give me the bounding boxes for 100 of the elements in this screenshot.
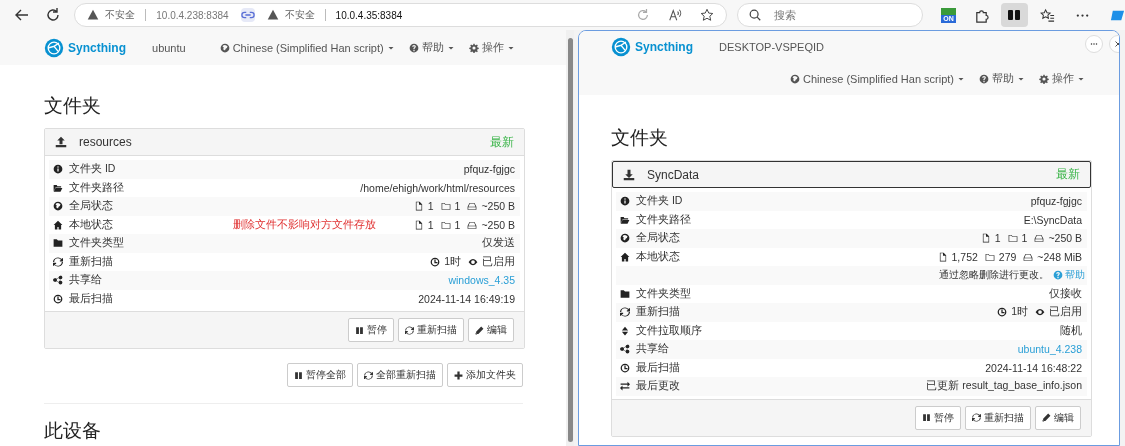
- folder-action-button[interactable]: 编辑: [468, 318, 514, 342]
- menu-dropdown[interactable]: 操作: [468, 40, 515, 55]
- menu-dropdown[interactable]: Chinese (Simplified Han script): [790, 71, 965, 86]
- file-count: 1: [994, 232, 1001, 245]
- url-text: 10.0.4.35:8384: [335, 9, 403, 21]
- open-folder-icon: [620, 214, 630, 225]
- row-label: 文件夹类型: [636, 286, 691, 301]
- share-icon: [53, 275, 63, 286]
- split-screen-icon: [1006, 7, 1023, 23]
- row-label: 重新扫描: [69, 254, 113, 269]
- row-label: 共享给: [636, 342, 669, 357]
- row-label: 本地状态: [69, 217, 113, 232]
- folders-action-button[interactable]: 添加文件夹: [447, 363, 523, 387]
- section-heading: 文件夹: [611, 126, 669, 150]
- note-text: 通过忽略删除进行更改。: [939, 268, 1049, 283]
- drive-icon: [467, 219, 478, 230]
- plus-icon: [454, 370, 463, 380]
- menu-dropdown[interactable]: Chinese (Simplified Han script): [219, 40, 395, 55]
- read-aloud-icon[interactable]: [667, 8, 682, 22]
- size-value: ~248 MiB: [1037, 250, 1082, 263]
- exchange-icon: [620, 381, 630, 392]
- reload-icon: [44, 7, 61, 23]
- row-label: 全局状态: [69, 199, 113, 214]
- row-label: 文件夹 ID: [69, 162, 116, 177]
- clock-icon: [430, 256, 441, 267]
- star-icon[interactable]: [699, 8, 714, 22]
- search-field[interactable]: 搜索: [736, 3, 924, 27]
- row-label: 最后更改: [636, 379, 680, 394]
- file-count: 1: [427, 218, 434, 231]
- watcher-status: 已启用: [482, 254, 515, 269]
- pencil-icon: [475, 325, 484, 335]
- house-icon: [53, 219, 63, 230]
- folder-action-button[interactable]: 重新扫描: [965, 405, 1031, 430]
- folder-outline-icon: [984, 251, 995, 262]
- row-label: 本地状态: [636, 249, 680, 264]
- address-bar[interactable]: 不安全 10.0.4.238:8384 不安全 10.0.4.35:8384: [74, 3, 727, 27]
- folder-action-button[interactable]: 重新扫描: [398, 318, 464, 342]
- menu-dropdown[interactable]: 帮助: [408, 40, 455, 55]
- row-label: 全局状态: [636, 231, 680, 246]
- row-value: 已更新 result_tag_base_info.json: [926, 379, 1082, 394]
- settings-icon: [468, 42, 479, 53]
- pause-icon: [922, 413, 931, 422]
- row-label: 文件夹路径: [636, 212, 691, 227]
- file-icon: [413, 201, 424, 212]
- folder-outline-icon: [440, 219, 451, 230]
- file-icon: [413, 219, 424, 230]
- eye-icon: [468, 256, 478, 267]
- warning-icon: [266, 9, 279, 21]
- folder-action-button[interactable]: 编辑: [1035, 405, 1081, 430]
- clock-icon: [997, 307, 1008, 318]
- pause-icon: [294, 370, 303, 380]
- folder-count: 1: [454, 200, 461, 213]
- folder-action-button[interactable]: 暂停: [915, 405, 961, 430]
- device-name: DESKTOP-VSPEQID: [719, 41, 824, 53]
- menu-dropdown[interactable]: 操作: [1039, 71, 1085, 86]
- row-value: 2024-11-14 16:48:22: [985, 361, 1082, 374]
- row-label: 共享给: [69, 273, 102, 288]
- menu-dropdown[interactable]: 帮助: [979, 71, 1025, 86]
- search-field[interactable]: 搜索: [771, 8, 896, 22]
- eye-icon: [1035, 307, 1045, 318]
- size-value: ~250 B: [1048, 232, 1082, 245]
- folders-action-button[interactable]: 暂停全部: [287, 363, 353, 387]
- info-icon: [53, 164, 63, 175]
- watcher-status: 已启用: [1049, 305, 1082, 320]
- folder-header[interactable]: resources 最新: [45, 129, 524, 156]
- security-label: 不安全: [284, 8, 315, 22]
- refresh-icon: [405, 325, 414, 335]
- help-icon: [408, 42, 419, 53]
- puzzle-icon[interactable]: [973, 7, 989, 23]
- row-value: E:\SyncData: [1023, 213, 1082, 226]
- drive-icon: [467, 201, 478, 212]
- row-value: 随机: [1060, 323, 1082, 338]
- drive-icon: [1034, 233, 1045, 244]
- rescan-interval: 1时: [444, 254, 461, 269]
- warning-icon: [87, 9, 100, 21]
- row-value: /home/ehigh/work/html/resources: [360, 181, 515, 194]
- row-value: pfquz-fgjgc: [1030, 195, 1082, 208]
- folder-outline-icon: [1007, 233, 1018, 244]
- row-label: 最后扫描: [69, 291, 113, 306]
- share-icon: [620, 344, 630, 355]
- file-icon: [980, 233, 991, 244]
- favorites-icon[interactable]: [1040, 7, 1055, 23]
- url-text: 10.0.4.238:8384: [156, 9, 229, 21]
- annotation-text: 删除文件不影响对方文件存放: [233, 218, 376, 232]
- info-icon: [620, 196, 630, 207]
- row-value: pfquz-fgjgc: [463, 163, 515, 176]
- folders-action-button[interactable]: 全部重新扫描: [357, 363, 443, 387]
- folder-header[interactable]: SyncData 最新: [612, 161, 1091, 188]
- folder-count: 1: [1021, 232, 1028, 245]
- split-screen-button[interactable]: [1000, 3, 1028, 27]
- folder-count: 279: [998, 250, 1017, 263]
- back-arrow-icon: [13, 7, 30, 23]
- rescan-interval: 1时: [1011, 305, 1028, 320]
- row-label: 文件拉取顺序: [636, 323, 702, 338]
- folder-count: 1: [454, 218, 461, 231]
- refresh-icon: [972, 413, 981, 422]
- sort-icon: [620, 325, 630, 336]
- security-label: 不安全: [105, 8, 136, 22]
- folder-action-button[interactable]: 暂停: [348, 318, 394, 342]
- file-count: 1,752: [951, 250, 978, 263]
